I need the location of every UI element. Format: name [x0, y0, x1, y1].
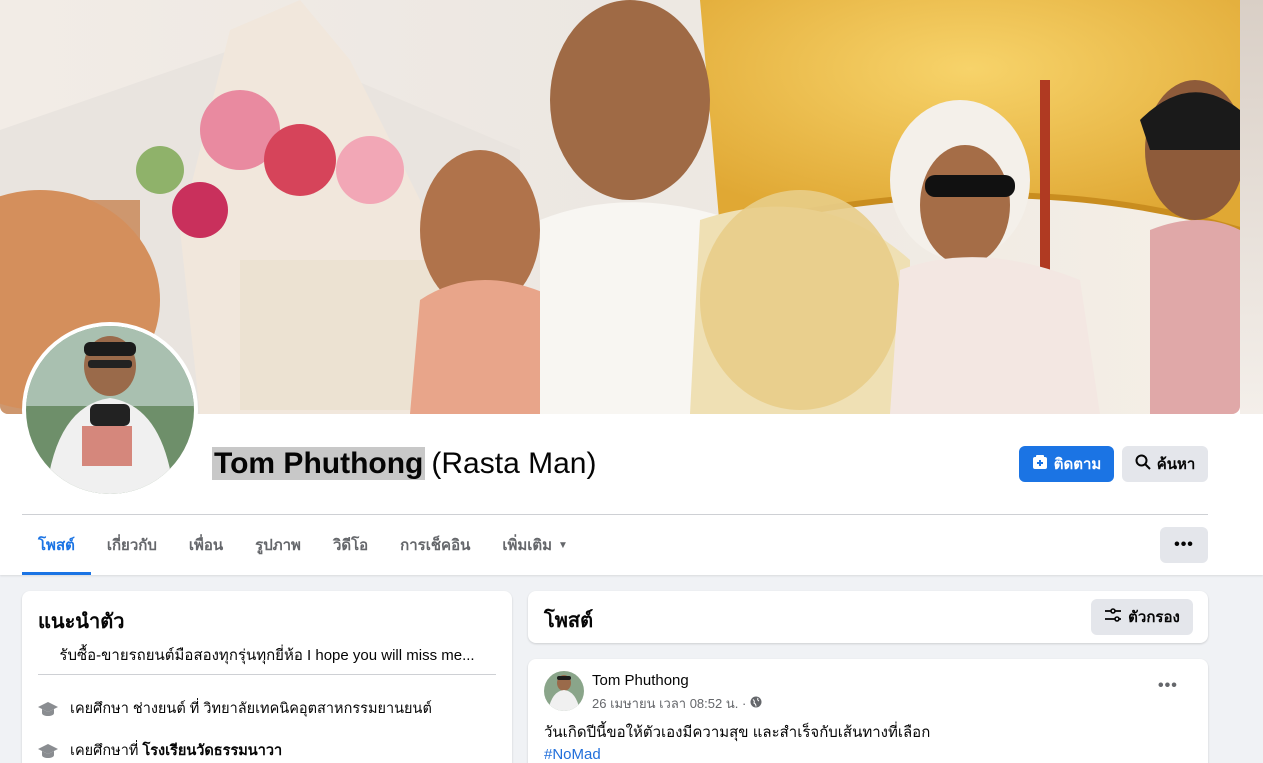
post-hashtag[interactable]: #NoMad — [544, 746, 601, 763]
filter-button[interactable]: ตัวกรอง — [1091, 599, 1193, 635]
tab-posts-label: โพสต์ — [38, 537, 75, 554]
follow-button[interactable]: ติดตาม — [1019, 446, 1114, 482]
search-label: ค้นหา — [1156, 456, 1196, 473]
tab-posts[interactable]: โพสต์ — [22, 515, 91, 575]
cover-edge — [1240, 0, 1263, 414]
education-item: เคยศึกษา ช่างยนต์ ที่ วิทยาลัยเทคนิคอุตส… — [38, 697, 432, 720]
filter-icon — [1104, 607, 1122, 627]
tab-photos-label: รูปภาพ — [255, 537, 301, 554]
search-button[interactable]: ค้นหา — [1122, 446, 1208, 482]
tab-videos-label: วิดีโอ — [332, 537, 369, 554]
profile-alt-name: (Rasta Man) — [431, 447, 597, 480]
tab-about-label: เกี่ยวกับ — [106, 537, 157, 554]
tab-friends[interactable]: เพื่อน — [173, 515, 239, 575]
filter-label: ตัวกรอง — [1128, 609, 1180, 626]
tab-more-label: เพิ่มเติม — [502, 537, 553, 554]
graduation-cap-icon — [38, 741, 58, 761]
education-text: เคยศึกษาที่ โรงเรียนวัดธรรมนาวา — [70, 739, 282, 762]
intro-divider — [38, 674, 496, 675]
profile-avatar[interactable] — [22, 322, 198, 498]
posts-header-card: โพสต์ ตัวกรอง — [528, 591, 1208, 643]
post-menu-button[interactable]: ••• — [1158, 677, 1178, 695]
tab-videos[interactable]: วิดีโอ — [317, 515, 384, 575]
posts-title: โพสต์ — [544, 610, 594, 632]
tab-photos[interactable]: รูปภาพ — [239, 515, 317, 575]
follow-label: ติดตาม — [1053, 456, 1102, 473]
post-meta: 26 เมษายน เวลา 08:52 น. · — [592, 693, 762, 714]
search-icon — [1135, 454, 1151, 474]
education-item: เคยศึกษาที่ โรงเรียนวัดธรรมนาวา — [38, 739, 282, 762]
intro-bio: รับซื้อ-ขายรถยนต์มือสองทุกรุ่นทุกยี่ห้อ … — [59, 647, 475, 664]
education-text: เคยศึกษา ช่างยนต์ ที่ วิทยาลัยเทคนิคอุตส… — [70, 701, 432, 717]
tab-checkins-label: การเช็คอิน — [400, 537, 471, 554]
tab-friends-label: เพื่อน — [188, 537, 224, 554]
education-school-link[interactable]: โรงเรียนวัดธรรมนาวา — [142, 743, 282, 759]
tab-checkins[interactable]: การเช็คอิน — [384, 515, 486, 575]
intro-title: แนะนำตัว — [38, 611, 125, 633]
globe-icon — [750, 696, 762, 711]
profile-header: Tom Phuthong (Rasta Man) ติดตาม ค้นหา โพส… — [0, 0, 1263, 575]
tab-about[interactable]: เกี่ยวกับ — [91, 515, 173, 575]
tab-more[interactable]: เพิ่มเติม ▼ — [486, 515, 584, 575]
post-card: Tom Phuthong 26 เมษายน เวลา 08:52 น. · •… — [528, 659, 1208, 763]
cover-photo[interactable] — [0, 0, 1240, 414]
post-author-name[interactable]: Tom Phuthong — [592, 672, 689, 689]
caret-down-icon: ▼ — [558, 539, 568, 551]
post-author-avatar[interactable] — [544, 671, 584, 711]
profile-tabs: โพสต์ เกี่ยวกับ เพื่อน รูปภาพ วิดีโอ การ… — [22, 515, 584, 575]
graduation-cap-icon — [38, 699, 58, 719]
profile-name: Tom Phuthong (Rasta Man) — [212, 444, 596, 484]
follow-icon — [1032, 454, 1048, 474]
profile-more-button[interactable]: ••• — [1160, 527, 1208, 563]
education-prefix: เคยศึกษาที่ — [70, 743, 143, 759]
post-text: วันเกิดปีนี้ขอให้ตัวเองมีความสุข และสำเร… — [544, 724, 931, 741]
profile-name-main: Tom Phuthong — [212, 447, 426, 480]
intro-card: แนะนำตัว รับซื้อ-ขายรถยนต์มือสองทุกรุ่นท… — [22, 591, 512, 763]
post-timestamp[interactable]: 26 เมษายน เวลา 08:52 น. · — [592, 693, 746, 714]
